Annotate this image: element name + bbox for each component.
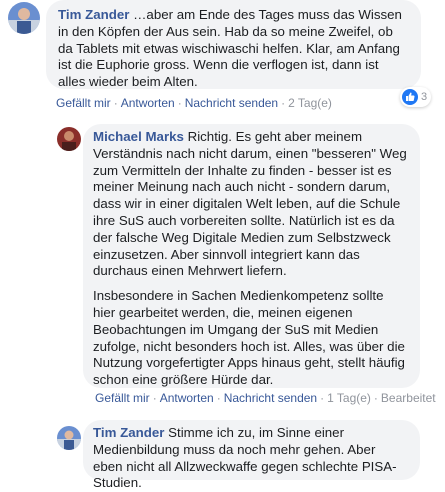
comment-author[interactable]: Tim Zander (58, 7, 129, 22)
comment-author[interactable]: Michael Marks (93, 129, 184, 144)
comment-bubble: Tim Zander …aber am Ende des Tages muss … (46, 0, 421, 89)
avatar[interactable] (57, 127, 81, 151)
separator: · (152, 391, 157, 405)
comment-text: Michael Marks Richtig. Es geht aber mein… (93, 129, 407, 279)
avatar-michael-marks-image (57, 127, 81, 151)
comment-text: Tim Zander Stimme ich zu, im Sinne einer… (93, 425, 397, 491)
comment-text-paragraph: Insbesondere in Sachen Medienkompetenz s… (93, 288, 405, 388)
reaction-summary[interactable]: 3 (400, 87, 432, 107)
reply-link[interactable]: Antworten (121, 96, 175, 110)
comment-bubble: Tim Zander Stimme ich zu, im Sinne einer… (83, 420, 420, 490)
avatar-tim-zander-image (8, 2, 40, 34)
comment-actions: Gefällt mir · Antworten · Nachricht senden · 1… (95, 391, 436, 405)
like-link[interactable]: Gefällt mir (95, 391, 150, 405)
avatar[interactable] (8, 2, 40, 34)
like-link[interactable]: Gefällt mir (56, 96, 111, 110)
timestamp[interactable]: 1 Tag(e) (327, 391, 371, 405)
timestamp[interactable]: 2 Tag(e) (288, 96, 332, 110)
separator: · (177, 96, 182, 110)
separator: · (373, 391, 378, 405)
avatar-tim-zander-image (57, 426, 81, 450)
like-icon (402, 89, 418, 105)
comment-actions: Gefällt mir · Antworten · Nachricht senden · 2… (56, 96, 332, 110)
separator: · (216, 391, 221, 405)
reply-link[interactable]: Antworten (160, 391, 214, 405)
comment-bubble: Michael Marks Richtig. Es geht aber mein… (83, 124, 420, 388)
comment-text: Tim Zander …aber am Ende des Tages muss … (58, 7, 402, 90)
separator: · (113, 96, 118, 110)
send-message-link[interactable]: Nachricht senden (224, 391, 317, 405)
separator: · (320, 391, 325, 405)
send-message-link[interactable]: Nachricht senden (185, 96, 278, 110)
reaction-count: 3 (421, 91, 428, 103)
avatar[interactable] (57, 426, 81, 450)
edited-label[interactable]: Bearbeitet (381, 391, 436, 405)
comment-author[interactable]: Tim Zander (93, 425, 164, 440)
separator: · (281, 96, 286, 110)
